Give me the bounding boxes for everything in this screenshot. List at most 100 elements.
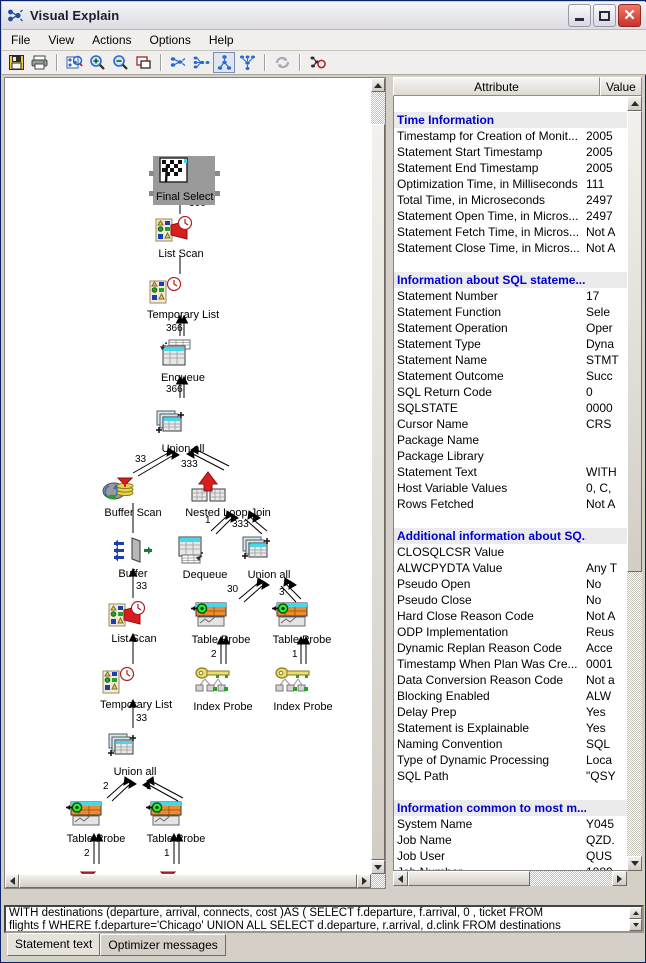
table-row[interactable]: Statement Fetch Time, in Micros... Not A	[394, 224, 641, 240]
graph-node-table-probe-1[interactable]: Table Probe	[190, 602, 252, 648]
graph-horizontal-compact-icon[interactable]	[190, 52, 212, 73]
table-row[interactable]: ODP Implementation Reus	[394, 624, 641, 640]
table-row-section-common-info[interactable]: Information common to most m...	[394, 800, 641, 816]
selection-handle-right[interactable]	[215, 171, 220, 176]
table-row[interactable]: System Name Y045	[394, 816, 641, 832]
table-row[interactable]: Package Library	[394, 448, 641, 464]
graph-node-buffer-scan-1[interactable]: Buffer Scan	[100, 473, 166, 521]
table-row[interactable]: Blocking Enabled ALW	[394, 688, 641, 704]
attributes-vertical-scrollbar[interactable]	[627, 96, 642, 871]
table-row[interactable]: Total Time, in Microseconds 2497	[394, 192, 641, 208]
table-row[interactable]: Rows Fetched Not A	[394, 496, 641, 512]
graph-node-table-probe-2[interactable]: Table Probe	[271, 602, 333, 648]
access-plan-graph-pane[interactable]: 366 366 366 33 333 1 333 33 30 3 2 1 33 …	[4, 77, 386, 889]
menu-help[interactable]: Help	[200, 31, 243, 49]
table-row[interactable]: Statement Operation Oper	[394, 320, 641, 336]
fit-graph-icon[interactable]	[63, 52, 85, 73]
graph-vertical-compact-icon[interactable]	[236, 52, 258, 73]
table-row[interactable]: Pseudo Open No	[394, 576, 641, 592]
table-row[interactable]: SQL Return Code 0	[394, 384, 641, 400]
table-row[interactable]: CLOSQLCSR Value	[394, 544, 641, 560]
table-row[interactable]: Statement is Explainable Yes	[394, 720, 641, 736]
statement-text-box[interactable]: WITH destinations (departure, arrival, c…	[4, 905, 644, 933]
table-row[interactable]: Cursor Name CRS	[394, 416, 641, 432]
table-row[interactable]: ALWCPYDTA Value Any T	[394, 560, 641, 576]
table-row[interactable]: Statement Text WITH	[394, 464, 641, 480]
graph-node-index-probe-1[interactable]: Index Probe	[192, 667, 254, 715]
graph-vertical-scrollbar[interactable]	[371, 78, 385, 874]
zoom-in-icon[interactable]	[86, 52, 108, 73]
table-row[interactable]: Package Name	[394, 432, 641, 448]
table-row-section-time-information[interactable]: Time Information	[394, 112, 641, 128]
graph-vertical-icon[interactable]	[213, 52, 235, 73]
table-row[interactable]: SQL Path "QSY	[394, 768, 641, 784]
graph-scroll-up-button[interactable]	[371, 78, 385, 92]
attributes-scroll-down-button[interactable]	[627, 856, 642, 871]
statement-scroll-down-button[interactable]	[629, 919, 642, 931]
table-row[interactable]: Timestamp for Creation of Monit... 2005	[394, 128, 641, 144]
graph-scroll-thumb[interactable]	[371, 124, 385, 860]
minimize-button[interactable]	[568, 4, 591, 27]
selection-handle-bottomleft[interactable]	[149, 191, 154, 196]
graph-node-buffer-1[interactable]: Buffer	[110, 536, 156, 582]
attributes-table-body[interactable]: Time Information Timestamp for Creation …	[393, 96, 642, 871]
table-row-section-additional-sql[interactable]: Additional information about SQ...	[394, 528, 641, 544]
table-row[interactable]: Statement Outcome Succ	[394, 368, 641, 384]
zoom-out-icon[interactable]	[109, 52, 131, 73]
graph-node-temporary-list-2[interactable]: Temporary List	[100, 667, 172, 713]
table-row[interactable]: Pseudo Close No	[394, 592, 641, 608]
column-header-attribute[interactable]: Attribute	[393, 77, 600, 96]
table-row[interactable]: Job User QUS	[394, 848, 641, 864]
graph-node-union-all-1[interactable]: Union all	[155, 409, 211, 457]
menu-view[interactable]: View	[39, 31, 83, 49]
table-row[interactable]: Job Name QZD.	[394, 832, 641, 848]
table-row[interactable]: Statement End Timestamp 2005	[394, 160, 641, 176]
graph-node-index-probe-2[interactable]: Index Probe	[272, 667, 334, 715]
table-row[interactable]: Statement Type Dyna	[394, 336, 641, 352]
graph-scroll-left-button[interactable]	[5, 874, 19, 888]
tab-statement-text[interactable]: Statement text	[7, 933, 101, 956]
graph-node-table-probe-4[interactable]: Table Probe	[145, 801, 207, 847]
graph-scroll-down-button[interactable]	[371, 860, 385, 874]
table-row[interactable]: Statement Open Time, in Micros... 2497	[394, 208, 641, 224]
graph-node-dequeue[interactable]: Dequeue	[176, 535, 234, 583]
overview-window-icon[interactable]	[132, 52, 154, 73]
selection-handle-bottomright[interactable]	[215, 191, 220, 196]
attributes-hscroll-thumb[interactable]	[408, 871, 530, 886]
graph-node-enqueue[interactable]: Enqueue	[155, 338, 211, 386]
refresh-icon[interactable]	[271, 52, 293, 73]
graph-node-nested-loop-join[interactable]: Nested Loop Join	[185, 471, 271, 521]
table-row[interactable]: Hard Close Reason Code Not A	[394, 608, 641, 624]
graph-node-temporary-list-1[interactable]: Temporary List	[147, 277, 219, 323]
table-row[interactable]: Naming Convention SQL	[394, 736, 641, 752]
column-header-value[interactable]: Value	[600, 77, 642, 96]
table-row[interactable]: Dynamic Replan Reason Code Acce	[394, 640, 641, 656]
statement-scroll-up-button[interactable]	[629, 907, 642, 919]
table-row[interactable]: Delay Prep Yes	[394, 704, 641, 720]
table-row[interactable]: Statement Name STMT	[394, 352, 641, 368]
graph-node-list-scan-2[interactable]: List Scan	[108, 601, 160, 647]
attributes-hscroll-track[interactable]	[530, 871, 612, 886]
table-row[interactable]: Statement Function Sele	[394, 304, 641, 320]
attributes-scroll-up-button[interactable]	[627, 96, 642, 111]
tab-optimizer-messages[interactable]: Optimizer messages	[100, 934, 226, 956]
maximize-button[interactable]	[593, 4, 616, 27]
table-row[interactable]: Statement Number 17	[394, 288, 641, 304]
table-row[interactable]: Job Number1889	[394, 864, 641, 870]
attributes-horizontal-scrollbar[interactable]	[393, 871, 642, 886]
table-row[interactable]: Optimization Time, in Milliseconds 111	[394, 176, 641, 192]
selection-handle-left[interactable]	[149, 171, 154, 176]
table-row[interactable]: Statement Close Time, in Micros... Not A	[394, 240, 641, 256]
graph-node-list-scan-1[interactable]: List Scan	[155, 216, 207, 262]
menu-options[interactable]: Options	[141, 31, 200, 49]
attributes-scroll-left-button[interactable]	[393, 871, 408, 886]
graph-node-union-all-3[interactable]: Union all	[107, 732, 163, 780]
graph-node-final-select[interactable]: Final Select	[153, 156, 215, 205]
graph-node-table-probe-3[interactable]: Table Probe	[65, 801, 127, 847]
close-button[interactable]: ✕	[618, 4, 641, 27]
table-row[interactable]: Timestamp When Plan Was Cre... 0001	[394, 656, 641, 672]
graph-scroll-right-button[interactable]	[357, 874, 371, 888]
save-icon[interactable]	[5, 52, 27, 73]
table-row[interactable]: Statement Start Timestamp 2005	[394, 144, 641, 160]
attributes-scroll-right-button[interactable]	[612, 871, 627, 886]
